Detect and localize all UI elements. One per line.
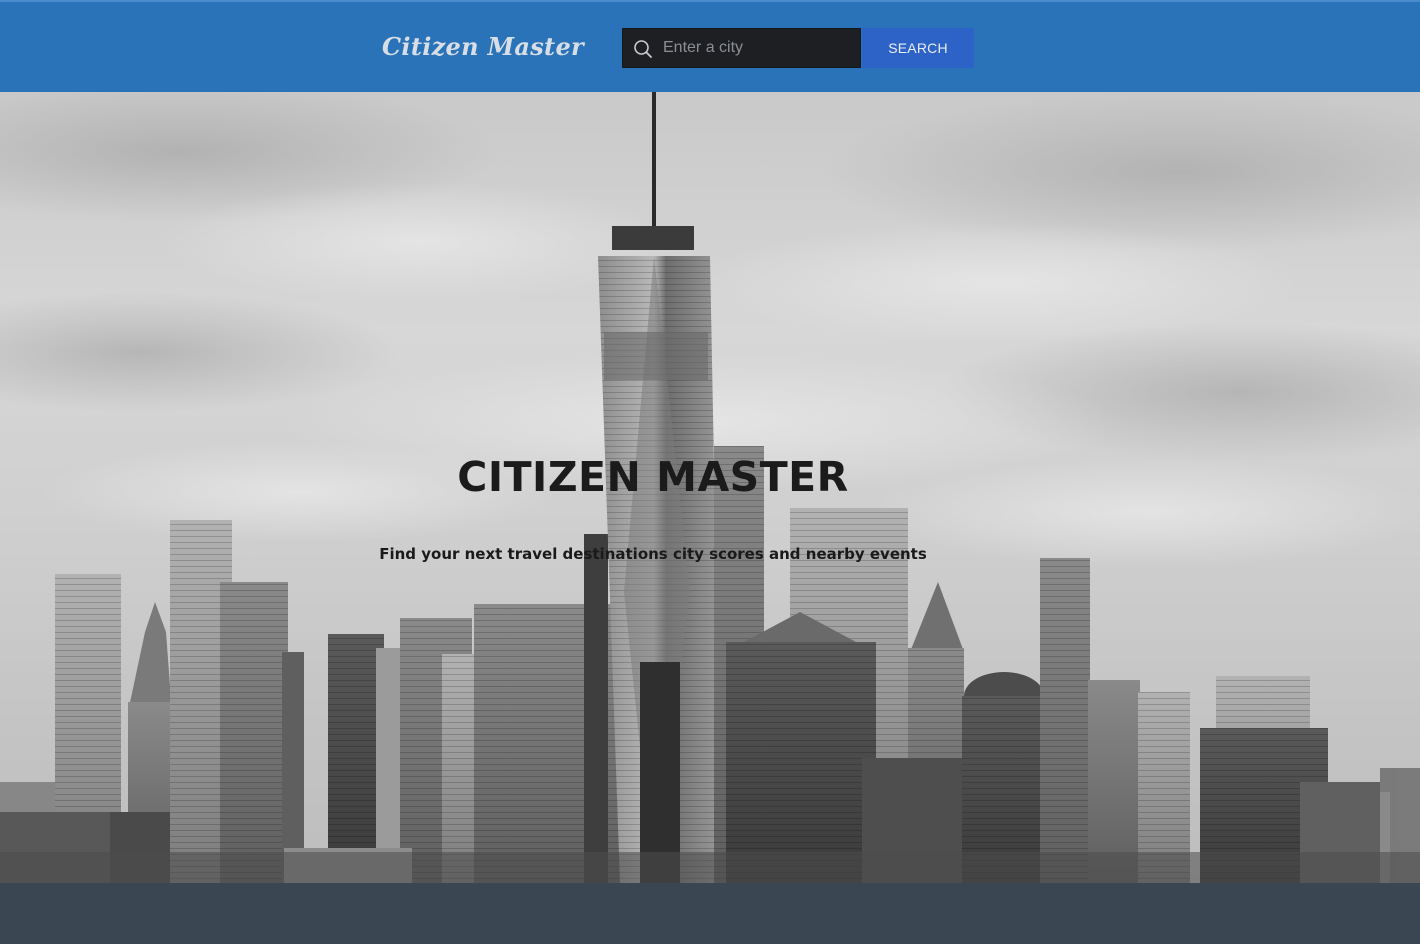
hero-title: CITIZEN MASTER xyxy=(457,453,849,501)
search-icon xyxy=(633,39,653,59)
search-button[interactable]: SEARCH xyxy=(862,28,974,68)
search-box[interactable] xyxy=(622,28,861,68)
top-navbar: Citizen Master SEARCH xyxy=(0,0,1420,92)
hero-subtitle: Find your next travel destinations city … xyxy=(379,545,927,563)
city-search-input[interactable] xyxy=(663,29,855,67)
brand-logo[interactable]: Citizen Master xyxy=(382,32,584,61)
footer-band xyxy=(0,883,1420,944)
hero-section: CITIZEN MASTER Find your next travel des… xyxy=(0,92,1420,883)
